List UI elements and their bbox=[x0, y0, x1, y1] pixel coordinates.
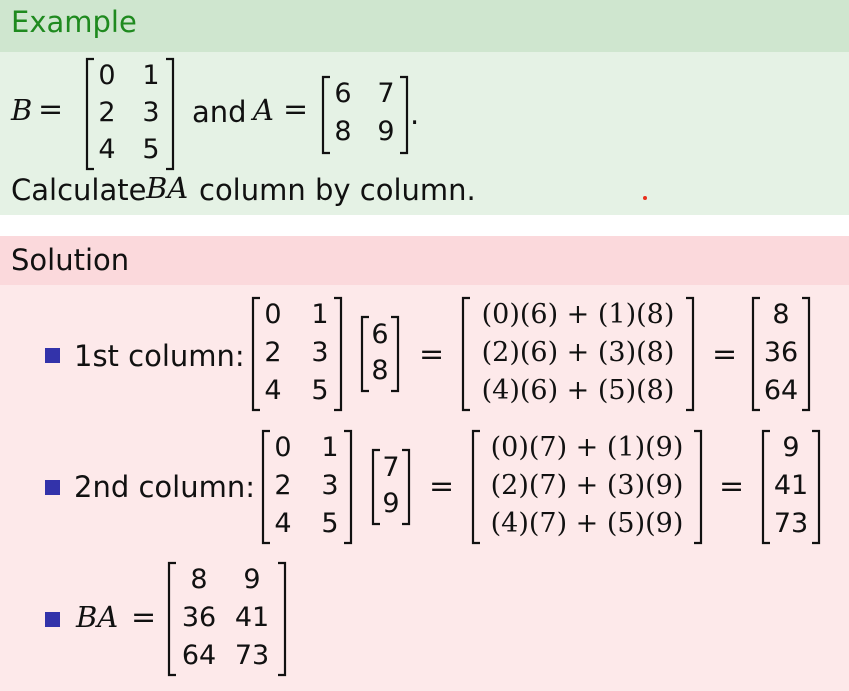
matrix-B-cell: 5 bbox=[142, 134, 160, 165]
and-text: and bbox=[192, 95, 247, 129]
row2-result: 9 41 73 bbox=[761, 429, 821, 545]
equals-sign: = bbox=[419, 337, 445, 372]
vector-cell: 9 bbox=[382, 488, 400, 519]
matrix-A: 6 7 8 9 bbox=[321, 75, 409, 155]
equals-sign: = bbox=[429, 469, 455, 504]
matrix-B-cell: 0 bbox=[98, 60, 116, 91]
bullet-icon bbox=[45, 348, 60, 363]
final-matrix: 8 9 36 41 64 73 bbox=[167, 561, 287, 677]
matrix-cell: 0 bbox=[264, 299, 282, 330]
matrix-cell: 0 bbox=[274, 432, 292, 463]
final-symbol: BA bbox=[76, 600, 119, 634]
product-expression: (0)(7) + (1)(9) bbox=[490, 432, 684, 463]
final-matrix-cell: 64 bbox=[181, 640, 217, 671]
matrix-cell: 3 bbox=[311, 337, 329, 368]
matrix-cell: 2 bbox=[264, 337, 282, 368]
equals-sign: = bbox=[719, 469, 745, 504]
matrix-cell: 5 bbox=[321, 508, 339, 539]
row1-result: 8 36 64 bbox=[751, 296, 811, 412]
symbol-A: A bbox=[253, 93, 274, 127]
bullet-icon bbox=[45, 612, 60, 627]
result-cell: 9 bbox=[782, 432, 800, 463]
instruction-symbol: BA bbox=[146, 171, 189, 205]
equals-sign: = bbox=[712, 337, 738, 372]
matrix-A-cell: 6 bbox=[334, 78, 352, 109]
row1-vector: 6 8 bbox=[360, 315, 400, 393]
matrix-B: 0 1 2 3 4 5 bbox=[85, 57, 175, 171]
laser-pointer-dot bbox=[643, 196, 647, 200]
matrix-cell: 1 bbox=[321, 432, 339, 463]
row2-left-matrix: 0 1 2 3 4 5 bbox=[261, 429, 353, 545]
row2-products: (0)(7) + (1)(9) (2)(7) + (3)(9) (4)(7) +… bbox=[471, 429, 703, 545]
product-expression: (2)(6) + (3)(8) bbox=[481, 337, 675, 368]
matrix-cell: 5 bbox=[311, 375, 329, 406]
matrix-cell: 4 bbox=[264, 375, 282, 406]
final-matrix-cell: 9 bbox=[243, 564, 261, 595]
product-expression: (4)(6) + (5)(8) bbox=[481, 375, 675, 406]
period: . bbox=[410, 97, 420, 131]
row1-products: (0)(6) + (1)(8) (2)(6) + (3)(8) (4)(6) +… bbox=[461, 296, 695, 412]
product-expression: (0)(6) + (1)(8) bbox=[481, 299, 675, 330]
matrix-B-cell: 1 bbox=[142, 60, 160, 91]
final-matrix-cell: 73 bbox=[234, 640, 270, 671]
matrix-cell: 2 bbox=[274, 470, 292, 501]
matrix-A-cell: 9 bbox=[377, 116, 395, 147]
matrix-B-cell: 3 bbox=[142, 97, 160, 128]
result-cell: 73 bbox=[773, 508, 809, 539]
solution-title: Solution bbox=[0, 236, 849, 285]
matrix-B-cell: 4 bbox=[98, 134, 116, 165]
example-title: Example bbox=[0, 0, 849, 52]
result-cell: 36 bbox=[763, 337, 799, 368]
symbol-B: B bbox=[11, 93, 33, 127]
equals-sign: = bbox=[283, 92, 309, 127]
equals-sign: = bbox=[38, 92, 64, 127]
row-label: 1st column: bbox=[74, 339, 245, 373]
vector-cell: 7 bbox=[382, 452, 400, 483]
result-cell: 41 bbox=[773, 470, 809, 501]
row2-vector: 7 9 bbox=[371, 448, 411, 526]
product-expression: (4)(7) + (5)(9) bbox=[490, 508, 684, 539]
final-matrix-cell: 41 bbox=[234, 602, 270, 633]
matrix-B-cell: 2 bbox=[98, 97, 116, 128]
matrix-A-cell: 7 bbox=[377, 78, 395, 109]
row1-left-matrix: 0 1 2 3 4 5 bbox=[251, 296, 343, 412]
matrix-A-cell: 8 bbox=[334, 116, 352, 147]
matrix-cell: 4 bbox=[274, 508, 292, 539]
bullet-icon bbox=[45, 480, 60, 495]
instruction-suffix: column by column. bbox=[199, 173, 476, 207]
matrix-cell: 3 bbox=[321, 470, 339, 501]
vector-cell: 8 bbox=[371, 355, 389, 386]
matrix-cell: 1 bbox=[311, 299, 329, 330]
result-cell: 64 bbox=[763, 375, 799, 406]
equals-sign: = bbox=[131, 600, 157, 635]
vector-cell: 6 bbox=[371, 319, 389, 350]
result-cell: 8 bbox=[772, 299, 790, 330]
final-matrix-cell: 8 bbox=[190, 564, 208, 595]
final-matrix-cell: 36 bbox=[181, 602, 217, 633]
product-expression: (2)(7) + (3)(9) bbox=[490, 470, 684, 501]
instruction-prefix: Calculate bbox=[11, 173, 147, 207]
row-label: 2nd column: bbox=[74, 470, 255, 504]
